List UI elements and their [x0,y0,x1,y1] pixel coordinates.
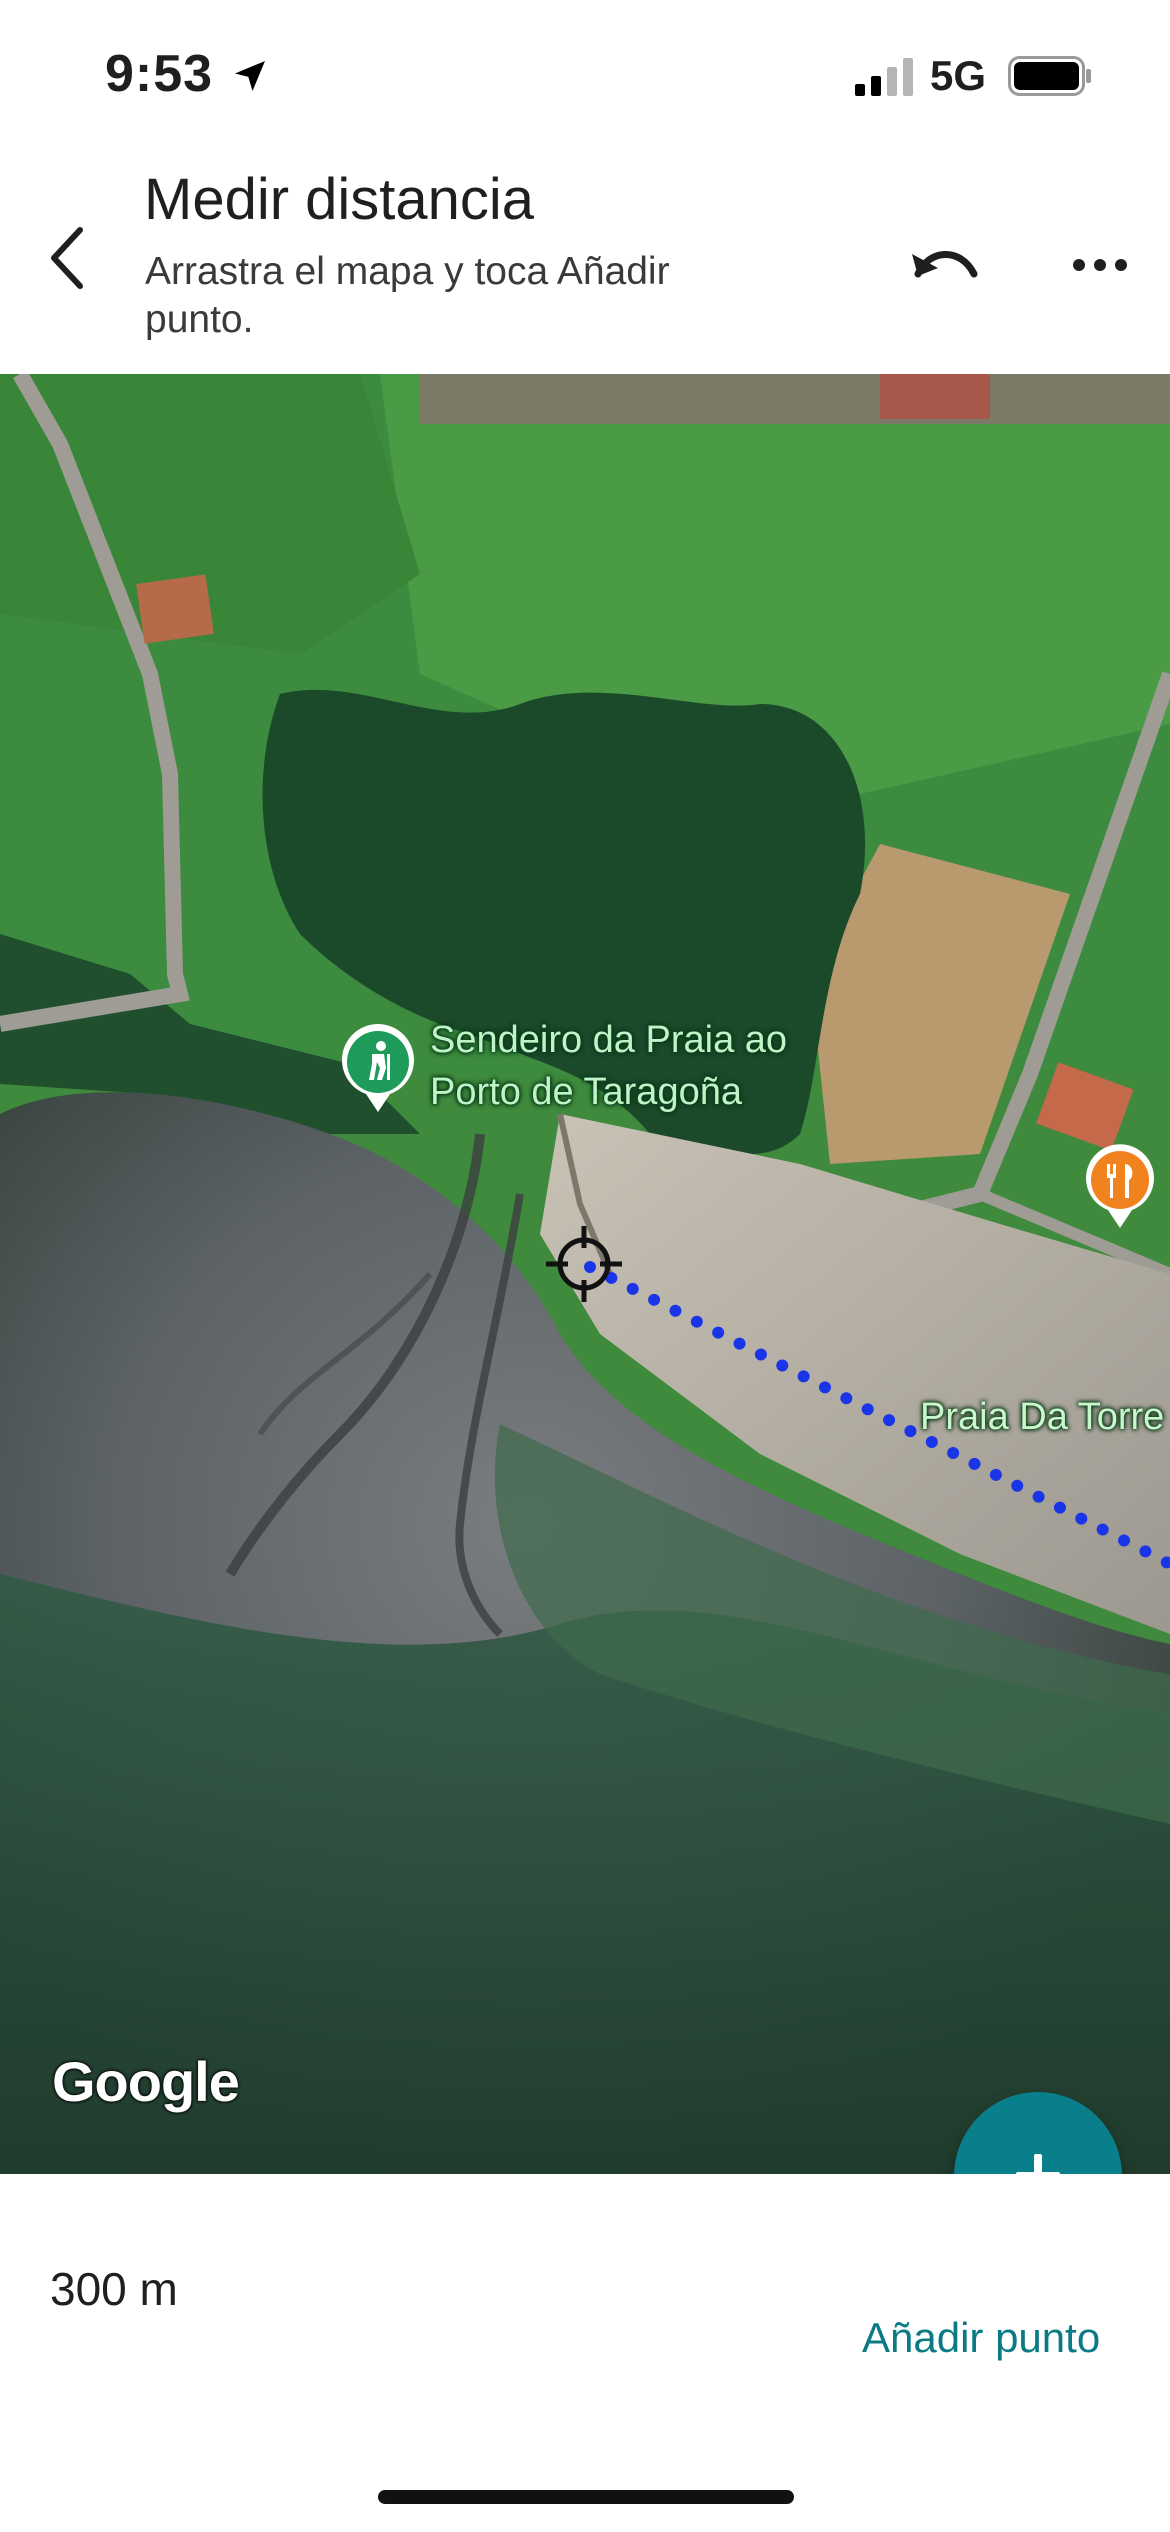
measure-header: Medir distancia Arrastra el mapa y toca … [0,140,1170,374]
restaurant-poi-marker[interactable] [1082,1144,1158,1230]
back-button[interactable] [36,218,96,298]
hiking-poi-label[interactable]: Sendeiro da Praia ao Porto de Taragoña [430,1014,850,1118]
location-arrow-icon [235,61,265,91]
page-subtitle: Arrastra el mapa y toca Añadir punto. [145,250,670,341]
back-arrow-icon [51,227,83,289]
status-time: 9:53 [105,45,214,103]
undo-icon [912,251,978,278]
battery-icon [1008,56,1091,96]
google-logo: Google [52,2050,240,2113]
total-distance: 300 m [50,2263,178,2315]
more-options-button[interactable] [1060,230,1140,300]
satellite-map[interactable]: Sendeiro da Praia ao Porto de Taragoña P… [0,374,1170,2174]
hiking-poi-marker[interactable] [338,1024,418,1114]
status-bar: 9:53 5G [0,0,1170,140]
add-point-button[interactable]: Añadir punto [862,2314,1100,2362]
cellular-signal-icon [855,58,913,96]
measure-line-layer [546,1226,1170,1569]
crosshair-icon [546,1226,622,1302]
measure-bottom-panel: 300 m Añadir punto [0,2174,1170,2532]
more-dots-icon [1073,259,1127,271]
network-type: 5G [930,52,987,99]
beach-label[interactable]: Praia Da Torre [920,1396,1164,1439]
home-indicator[interactable] [378,2490,794,2504]
page-title: Medir distancia [144,167,535,232]
undo-button[interactable] [905,230,985,300]
